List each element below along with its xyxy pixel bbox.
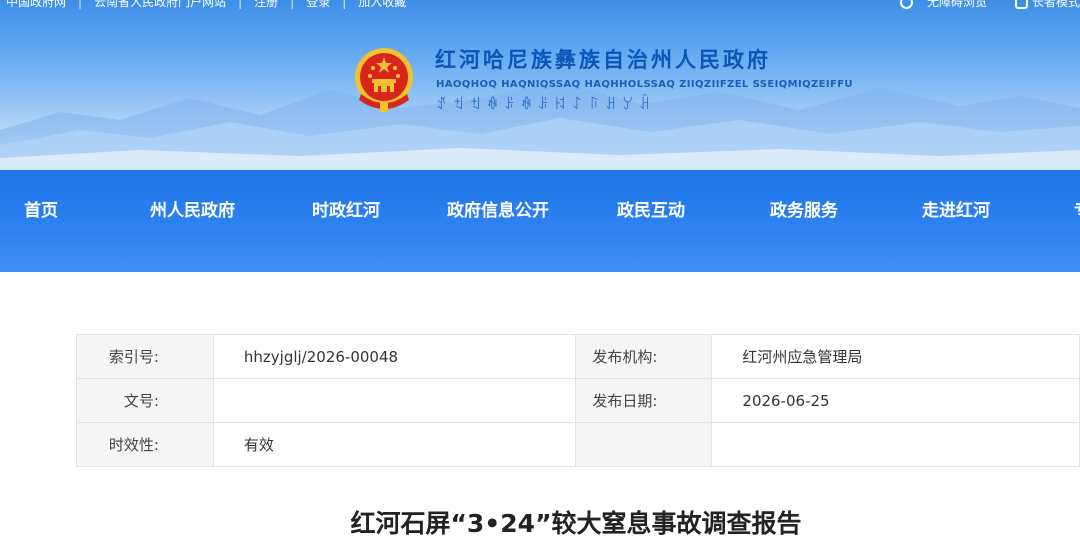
top-links: 中国政府网 | 云南省人民政府门户网站 | 注册 | 登录 | 加入收藏 (6, 0, 406, 10)
table-row: 索引号: hhzyjglj/2026-00048 发布机构: 红河州应急管理局 (76, 334, 1080, 379)
nav-info-disclosure[interactable]: 政府信息公开 (447, 196, 549, 221)
site-title: 红河哈尼族彝族自治州人民政府 (435, 48, 771, 72)
separator: | (290, 0, 295, 9)
nav-current-affairs[interactable]: 时政红河 (312, 196, 380, 221)
table-row: 时效性: 有效 (76, 422, 1080, 467)
nav-state-government[interactable]: 州人民政府 (150, 196, 235, 221)
empty-cell (711, 422, 1080, 467)
separator: | (78, 0, 83, 9)
accessibility-button[interactable]: 无障碍浏览 (899, 0, 987, 10)
elder-mode-label: 长者模式 (1031, 0, 1080, 9)
nav-home[interactable]: 首页 (24, 196, 58, 221)
site-subtitle-hani: HAOQHOQ HAQNIQSSAQ HAQHHOLSSAQ ZIIQZIIFZ… (436, 79, 853, 90)
national-emblem-icon (355, 48, 413, 112)
publisher-value: 红河州应急管理局 (711, 334, 1080, 379)
validity-value: 有效 (212, 422, 576, 467)
doc-number-value (212, 378, 576, 423)
nav-about-honghe[interactable]: 走进红河 (922, 196, 990, 221)
document-info-table: 索引号: hhzyjglj/2026-00048 发布机构: 红河州应急管理局 … (76, 334, 1080, 467)
publish-date-label: 发布日期: (574, 378, 713, 423)
validity-label: 时效性: (76, 422, 214, 467)
top-tools: 无障碍浏览 长者模式 (899, 0, 1080, 10)
elder-mode-button[interactable]: 长者模式 (987, 0, 1080, 10)
index-label: 索引号: (76, 334, 214, 379)
separator: | (342, 0, 347, 9)
link-add-favorite[interactable]: 加入收藏 (358, 0, 406, 10)
accessibility-icon (899, 0, 913, 9)
link-register[interactable]: 注册 (254, 0, 278, 10)
header-banner: 中国政府网 | 云南省人民政府门户网站 | 注册 | 登录 | 加入收藏 无障碍… (0, 0, 1080, 170)
mountain-backdrop (0, 82, 1080, 170)
link-login[interactable]: 登录 (306, 0, 330, 10)
separator: | (238, 0, 243, 9)
nav-interaction[interactable]: 政民互动 (617, 196, 685, 221)
nav-more-cut[interactable]: 专 (1074, 196, 1080, 221)
index-value: hhzyjglj/2026-00048 (212, 334, 576, 379)
table-row: 文号: 发布日期: 2026-06-25 (76, 378, 1080, 423)
publish-date-value: 2026-06-25 (711, 378, 1080, 423)
elder-mode-icon (1014, 0, 1028, 9)
doc-number-label: 文号: (76, 378, 214, 423)
nav-gov-services[interactable]: 政务服务 (770, 196, 838, 221)
empty-cell (574, 422, 713, 467)
accessibility-label: 无障碍浏览 (926, 0, 987, 9)
link-yunnan-portal[interactable]: 云南省人民政府门户网站 (94, 0, 226, 10)
publisher-label: 发布机构: (574, 334, 713, 379)
article-title: 红河石屏“3•24”较大窒息事故调查报告 (350, 509, 802, 538)
main-nav: 首页 州人民政府 时政红河 政府信息公开 政民互动 政务服务 走进红河 专 (0, 170, 1080, 272)
link-gov-cn[interactable]: 中国政府网 (6, 0, 66, 10)
top-utility-bar: 中国政府网 | 云南省人民政府门户网站 | 注册 | 登录 | 加入收藏 无障碍… (0, 0, 1080, 10)
site-subtitle-yi: ꀋꉬꉬꊿꌠꊿꌠꐆꋍꑍꃅꌦꃄ (436, 97, 657, 113)
